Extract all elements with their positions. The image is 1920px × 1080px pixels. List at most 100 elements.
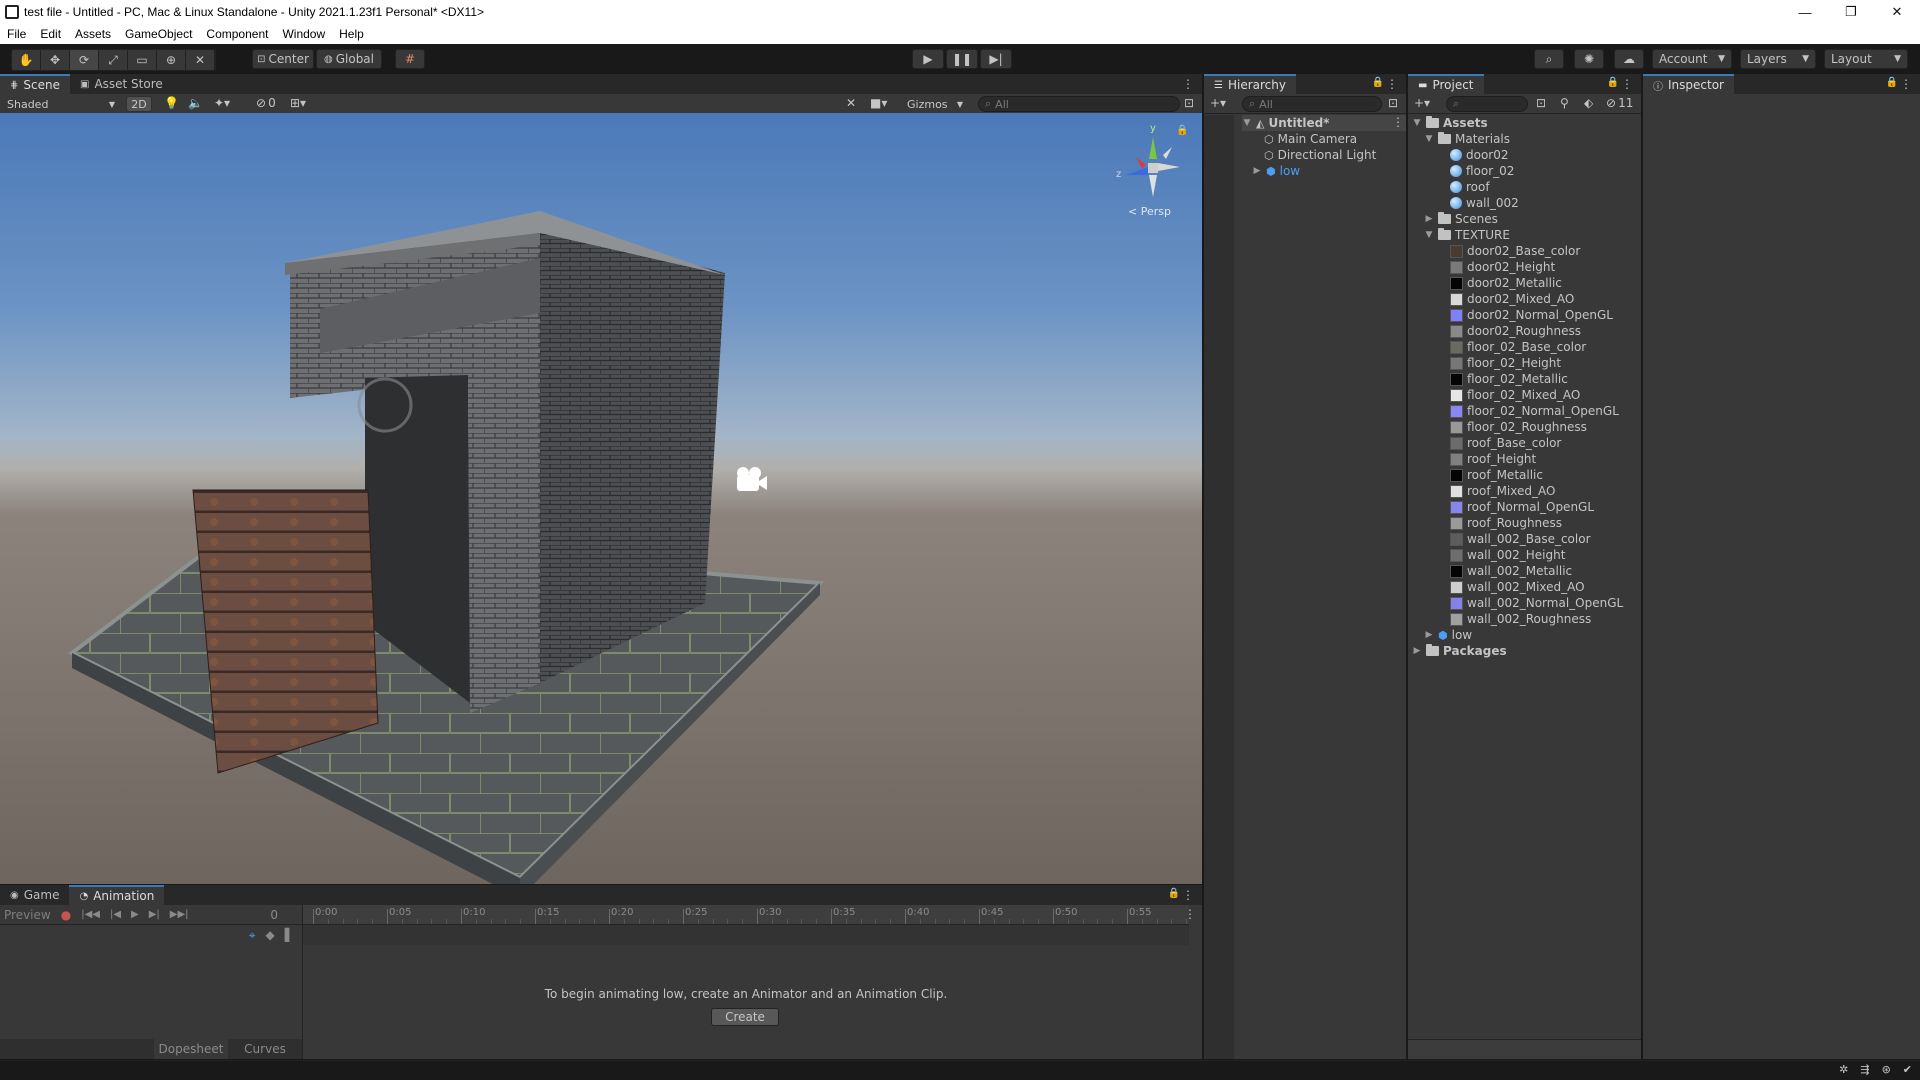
timeline-menu-icon[interactable]: ⋮ bbox=[1184, 907, 1196, 921]
lock-icon[interactable]: 🔒 bbox=[1372, 77, 1384, 88]
custom-tool-icon[interactable]: ✕ bbox=[186, 50, 215, 70]
tab-asset-store[interactable]: ▣ Asset Store bbox=[69, 74, 173, 94]
texture-item[interactable]: door02_Normal_OpenGL bbox=[1450, 307, 1613, 323]
prev-key-icon[interactable]: |◀ bbox=[110, 909, 121, 920]
texture-item[interactable]: door02_Mixed_AO bbox=[1450, 291, 1574, 307]
add-object-icon[interactable]: +▾ bbox=[1210, 96, 1226, 110]
close-button[interactable]: ✕ bbox=[1874, 0, 1920, 24]
tab-inspector[interactable]: ⓘ Inspector bbox=[1643, 74, 1734, 94]
texture-item[interactable]: door02_Roughness bbox=[1450, 323, 1581, 339]
next-key-icon[interactable]: ▶| bbox=[149, 909, 160, 920]
shading-mode-dropdown[interactable]: Shaded ▼ bbox=[2, 96, 120, 112]
step-button[interactable]: ▶| bbox=[980, 49, 1012, 69]
scene-row[interactable]: ▼ ◭ Untitled* bbox=[1242, 115, 1406, 131]
material-item[interactable]: roof bbox=[1450, 179, 1490, 195]
hidden-objects-toggle[interactable]: ⊘ 0 bbox=[256, 96, 276, 110]
menu-component[interactable]: Component bbox=[199, 27, 275, 41]
texture-item[interactable]: floor_02_Normal_OpenGL bbox=[1450, 403, 1619, 419]
rotate-tool-icon[interactable]: ⟳ bbox=[70, 50, 99, 70]
dopesheet-tab[interactable]: Dopesheet bbox=[154, 1039, 228, 1059]
debug-icon[interactable]: ⊛ bbox=[1882, 1063, 1891, 1076]
scene-menu-icon[interactable]: ⋮ bbox=[1392, 115, 1404, 129]
collab-button[interactable]: ✺ bbox=[1574, 49, 1604, 69]
move-tool-icon[interactable]: ✥ bbox=[41, 50, 70, 70]
texture-item[interactable]: door02_Metallic bbox=[1450, 275, 1562, 291]
material-item[interactable]: door02 bbox=[1450, 147, 1509, 163]
account-dropdown[interactable]: Account ▼ bbox=[1652, 49, 1732, 69]
texture-item[interactable]: door02_Height bbox=[1450, 259, 1555, 275]
camera-icon[interactable]: ■▾ bbox=[870, 96, 887, 110]
scale-tool-icon[interactable]: ⤢ bbox=[99, 50, 128, 70]
menu-file[interactable]: File bbox=[0, 27, 33, 41]
hidden-packages-toggle[interactable]: ⊘ 11 bbox=[1606, 96, 1633, 110]
last-key-icon[interactable]: ▶▶| bbox=[170, 909, 189, 920]
lock-icon[interactable]: 🔒 bbox=[1886, 77, 1898, 88]
add-event-icon[interactable]: ▌ bbox=[285, 928, 294, 942]
texture-item[interactable]: wall_002_Height bbox=[1450, 547, 1565, 563]
search-by-label-icon[interactable]: ⚲ bbox=[1560, 96, 1569, 110]
hierarchy-item-low[interactable]: ▶ ⬢ low bbox=[1252, 163, 1301, 179]
texture-item[interactable]: floor_02_Metallic bbox=[1450, 371, 1568, 387]
pause-button[interactable]: ❚❚ bbox=[946, 49, 978, 69]
favorites-icon[interactable]: ⬖ bbox=[1584, 96, 1593, 110]
panel-menu-icon[interactable]: ⋮ bbox=[1621, 77, 1633, 91]
panel-menu-icon[interactable]: ⋮ bbox=[1900, 77, 1912, 91]
preview-toggle[interactable]: Preview bbox=[4, 908, 51, 922]
menu-edit[interactable]: Edit bbox=[33, 27, 68, 41]
tab-hierarchy[interactable]: ☰ Hierarchy bbox=[1204, 74, 1296, 94]
hierarchy-search-input[interactable]: ⌕ All bbox=[1242, 96, 1382, 112]
tab-scene[interactable]: ⋕ Scene bbox=[0, 74, 70, 94]
texture-item[interactable]: roof_Base_color bbox=[1450, 435, 1561, 451]
grid-snap-button[interactable]: # bbox=[395, 49, 425, 69]
minimize-button[interactable]: — bbox=[1782, 0, 1828, 24]
tools-icon[interactable]: ✕ bbox=[846, 96, 856, 110]
texture-item[interactable]: roof_Metallic bbox=[1450, 467, 1543, 483]
texture-item[interactable]: roof_Normal_OpenGL bbox=[1450, 499, 1594, 515]
material-item[interactable]: wall_002 bbox=[1450, 195, 1519, 211]
texture-item[interactable]: wall_002_Roughness bbox=[1450, 611, 1591, 627]
texture-item[interactable]: wall_002_Metallic bbox=[1450, 563, 1572, 579]
lock-icon[interactable]: 🔒 bbox=[1168, 888, 1180, 899]
tab-project[interactable]: ▬ Project bbox=[1408, 74, 1484, 94]
record-icon[interactable]: ● bbox=[61, 908, 71, 922]
filter-keys-icon[interactable]: ⌖ bbox=[249, 928, 256, 943]
texture-item[interactable]: roof_Height bbox=[1450, 451, 1536, 467]
network-icon[interactable]: ⇶ bbox=[1860, 1063, 1869, 1076]
menu-gameobject[interactable]: GameObject bbox=[118, 27, 199, 41]
audio-icon[interactable]: 🔈 bbox=[188, 96, 203, 110]
bug-icon[interactable]: ✲ bbox=[1839, 1063, 1848, 1076]
hierarchy-item-directional-light[interactable]: ⬡ Directional Light bbox=[1264, 147, 1376, 163]
tab-game[interactable]: ◉ Game bbox=[0, 885, 70, 905]
texture-item[interactable]: floor_02_Roughness bbox=[1450, 419, 1587, 435]
rect-tool-icon[interactable]: ▭ bbox=[128, 50, 157, 70]
pivot-toggle[interactable]: ⊡ Center bbox=[252, 49, 314, 69]
texture-item[interactable]: floor_02_Mixed_AO bbox=[1450, 387, 1580, 403]
texture-item[interactable]: roof_Roughness bbox=[1450, 515, 1562, 531]
grid-icon[interactable]: ⊞▾ bbox=[290, 96, 306, 110]
transform-tool-icon[interactable]: ⊕ bbox=[157, 50, 186, 70]
texture-item[interactable]: wall_002_Normal_OpenGL bbox=[1450, 595, 1623, 611]
texture-item[interactable]: door02_Base_color bbox=[1450, 243, 1580, 259]
texture-item[interactable]: wall_002_Base_color bbox=[1450, 531, 1591, 547]
panel-menu-icon[interactable]: ⋮ bbox=[1182, 77, 1194, 91]
scene-search-input[interactable]: ⌕ All bbox=[978, 96, 1180, 112]
texture-item[interactable]: wall_002_Mixed_AO bbox=[1450, 579, 1585, 595]
folder-materials[interactable]: ▼ Materials bbox=[1424, 131, 1510, 147]
texture-item[interactable]: roof_Mixed_AO bbox=[1450, 483, 1555, 499]
curves-tab[interactable]: Curves bbox=[228, 1042, 302, 1056]
create-asset-icon[interactable]: +▾ bbox=[1414, 96, 1430, 110]
menu-assets[interactable]: Assets bbox=[68, 27, 118, 41]
lock-icon[interactable]: 🔒 bbox=[1607, 77, 1619, 88]
timeline-ruler[interactable]: 0:00 0:05 0:10 0:15 0:20 0:25 0:30 0:35 0:40 0:45… bbox=[303, 905, 1189, 925]
folder-assets[interactable]: ▼ Assets bbox=[1412, 115, 1488, 131]
search-by-type-icon[interactable]: ⊡ bbox=[1536, 96, 1546, 110]
add-keyframe-icon[interactable]: ◆ bbox=[266, 928, 275, 942]
projection-label[interactable]: < Persp bbox=[1128, 205, 1171, 218]
material-item[interactable]: floor_02 bbox=[1450, 163, 1514, 179]
folder-scenes[interactable]: ▶ Scenes bbox=[1424, 211, 1498, 227]
menu-window[interactable]: Window bbox=[275, 27, 332, 41]
search-filter-icon[interactable]: ⊡ bbox=[1388, 96, 1398, 110]
gizmo-lock-icon[interactable]: 🔒 bbox=[1176, 125, 1188, 136]
2d-toggle[interactable]: 2D bbox=[126, 96, 152, 112]
space-toggle[interactable]: ◍ Global bbox=[316, 49, 382, 69]
